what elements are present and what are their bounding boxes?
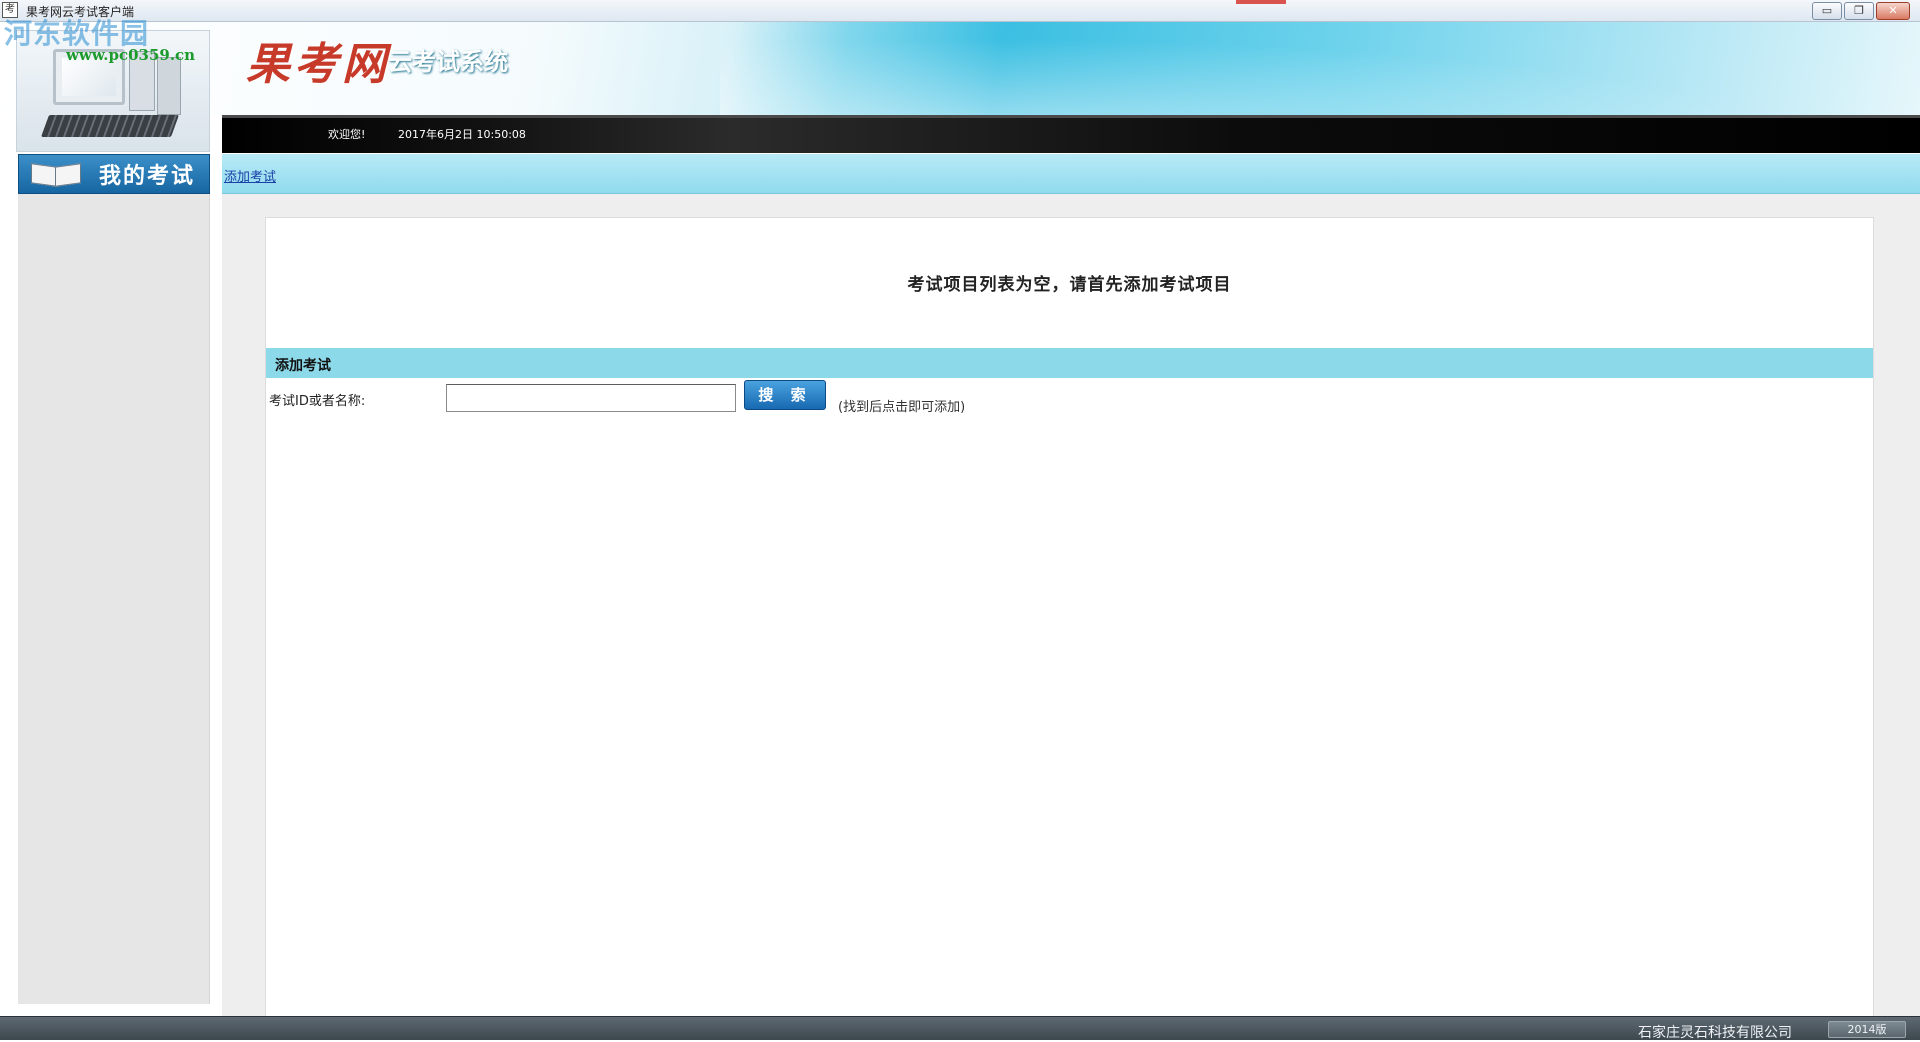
add-exam-link[interactable]: 添加考试 xyxy=(224,166,276,185)
logo-title: 果考网 xyxy=(246,39,390,90)
titlebar-accent xyxy=(1236,0,1286,4)
restore-button[interactable]: ❐ xyxy=(1844,2,1874,20)
watermark-url: www.pc0359.cn xyxy=(66,46,196,64)
version-badge: 2014版 xyxy=(1828,1021,1906,1038)
nav-my-exams-label: 我的考试 xyxy=(99,164,196,189)
add-exam-section-title: 添加考试 xyxy=(275,358,331,374)
empty-list-message: 考试项目列表为空，请首先添加考试项目 xyxy=(907,275,1232,295)
search-hint: (找到后点击即可添加) xyxy=(838,400,966,415)
welcome-text: 欢迎您! xyxy=(328,128,366,141)
book-icon xyxy=(31,161,81,187)
welcome-bar-strip xyxy=(222,115,1920,118)
close-button[interactable]: ✕ xyxy=(1876,2,1910,20)
nav-my-exams[interactable]: 我的考试 xyxy=(18,154,210,194)
company-name: 石家庄灵石科技有限公司 xyxy=(1638,1025,1792,1041)
search-button[interactable]: 搜 索 xyxy=(744,380,826,410)
add-exam-section-header: 添加考试 xyxy=(266,348,1873,378)
keyboard-icon xyxy=(40,115,180,137)
window-titlebar: 考 果考网云考试客户端 ▭ ❐ ✕ xyxy=(0,0,1920,22)
window-controls: ▭ ❐ ✕ xyxy=(1812,2,1910,20)
exam-id-label: 考试ID或者名称: xyxy=(269,394,366,409)
toolbar: 添加考试 xyxy=(222,154,1920,194)
pc-tower-icon-2 xyxy=(157,57,181,115)
sidebar xyxy=(18,194,210,1004)
exam-search-input[interactable] xyxy=(446,384,736,412)
logo-subtitle: 云考试系统 xyxy=(388,48,508,76)
datetime-text: 2017年6月2日 10:50:08 xyxy=(398,128,526,141)
footer-bar: 石家庄灵石科技有限公司 2014版 xyxy=(0,1016,1920,1041)
minimize-button[interactable]: ▭ xyxy=(1812,2,1842,20)
banner-wave xyxy=(720,22,1920,115)
exam-panel: 考试项目列表为空，请首先添加考试项目 添加考试 考试ID或者名称: 搜 索 (找… xyxy=(265,217,1874,1020)
